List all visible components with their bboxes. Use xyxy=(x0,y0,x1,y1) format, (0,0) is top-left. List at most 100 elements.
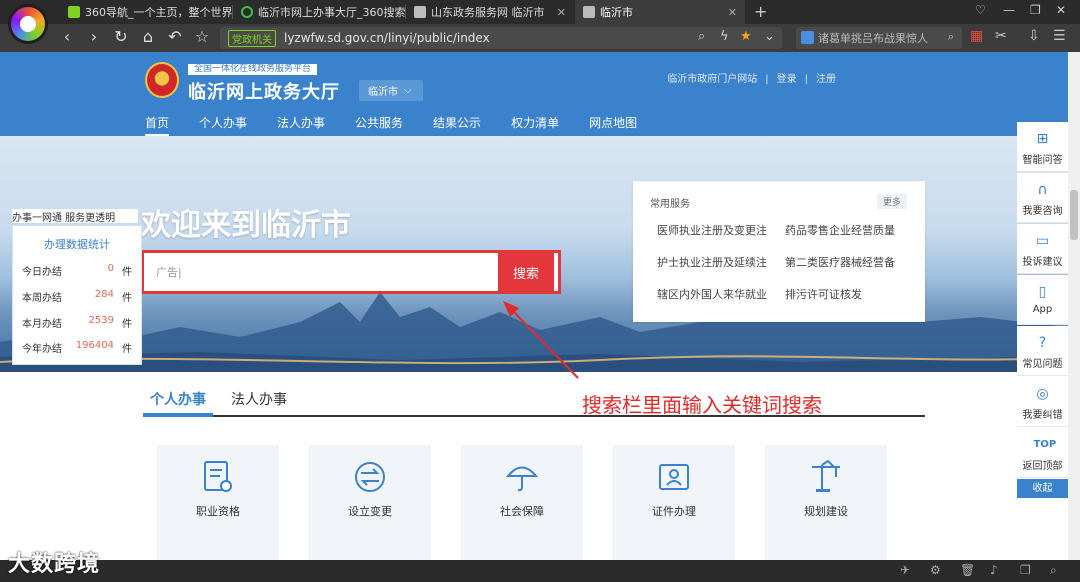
tab-title: 360导航_一个主页，整个世界 xyxy=(85,6,232,19)
close-tab-icon[interactable]: ✕ xyxy=(722,6,737,19)
sidebar-back-to-top[interactable]: TOP 返回顶部 xyxy=(1017,428,1068,478)
card-label: 设立变更 xyxy=(348,505,392,518)
page-scrollbar[interactable] xyxy=(1068,52,1080,560)
trash-icon[interactable]: 🗑 xyxy=(960,563,975,577)
top-links: 临沂市政府门户网站 | 登录 | 注册 xyxy=(663,70,840,85)
site-header: 全国一体化在线政务服务平台 临沂网上政务大厅 临沂市 ⌵ 临沂市政府门户网站 | 登… xyxy=(0,52,1068,136)
nav-personal[interactable]: 个人办事 xyxy=(199,114,247,136)
download-icon[interactable]: ⇩ xyxy=(1028,28,1040,44)
rocket-icon[interactable]: ✈ xyxy=(900,563,910,577)
browser-toolbar: ‹ › ↻ ⌂ ↶ ☆ 党政机关 lyzwfw.sd.gov.cn/linyi/… xyxy=(0,24,1080,52)
sidebar-correct[interactable]: ◎ 我要纠错 xyxy=(1017,377,1068,427)
browser-logo-icon[interactable] xyxy=(8,4,48,44)
service-link[interactable]: 药品零售企业经营质量 xyxy=(785,221,913,240)
search-button[interactable]: 搜索 xyxy=(498,253,554,291)
tab-favicon-icon xyxy=(241,6,253,18)
service-link[interactable]: 第二类医疗器械经营备 xyxy=(785,253,913,272)
stats-value: 0 xyxy=(107,263,114,274)
nav-public-service[interactable]: 公共服务 xyxy=(355,114,403,136)
close-window-icon[interactable]: ✕ xyxy=(1056,3,1066,17)
nav-result-public[interactable]: 结果公示 xyxy=(433,114,481,136)
sidebar-app[interactable]: ▯ App xyxy=(1017,275,1068,325)
sidebar-collapse-button[interactable]: 收起 xyxy=(1017,479,1068,498)
zoom-icon[interactable]: ⌕ xyxy=(698,29,705,44)
reload-icon[interactable]: ↻ xyxy=(110,27,132,46)
register-link[interactable]: 注册 xyxy=(816,74,836,85)
service-link[interactable]: 医师执业注册及变更注 xyxy=(657,221,785,240)
minimize-icon[interactable]: — xyxy=(1003,3,1015,17)
welcome-heading: 欢迎来到临沂市 xyxy=(141,208,351,243)
new-tab-button[interactable]: + xyxy=(754,2,767,21)
window-icon[interactable]: ❐ xyxy=(1020,563,1031,577)
browser-search-box[interactable]: 诸葛单挑吕布战果惊人 ⌕ xyxy=(796,27,962,49)
card-certificate-handling[interactable]: 证件办理 xyxy=(613,445,735,560)
floating-sidebar: ⊞ 智能问答 ∩ 我要咨询 ▭ 投诉建议 ▯ App ? 常见问题 ◎ 我要纠错… xyxy=(1017,122,1068,552)
browser-tab-shandong[interactable]: 山东政务服务网 临沂市 ✕ xyxy=(406,0,574,24)
settings-icon[interactable]: ⚙ xyxy=(930,563,941,577)
common-services-title: 常用服务 xyxy=(650,199,690,210)
page-icon xyxy=(583,6,595,18)
sound-icon[interactable]: ♪ xyxy=(990,563,998,577)
card-professional-qualification[interactable]: 职业资格 xyxy=(157,445,279,560)
service-link[interactable]: 护士执业注册及延续注 xyxy=(657,253,785,272)
tab-favicon-icon xyxy=(68,6,80,18)
skin-icon[interactable]: ♡ xyxy=(975,3,986,17)
scrollbar-thumb[interactable] xyxy=(1070,190,1078,240)
login-link[interactable]: 登录 xyxy=(777,74,797,85)
sidebar-smart-qa[interactable]: ⊞ 智能问答 xyxy=(1017,122,1068,172)
card-label: 规划建设 xyxy=(804,505,848,518)
home-icon[interactable]: ⌂ xyxy=(137,27,159,46)
card-planning-construction[interactable]: 规划建设 xyxy=(765,445,887,560)
apps-grid-icon[interactable]: ▦ xyxy=(970,28,983,44)
portal-link[interactable]: 临沂市政府门户网站 xyxy=(667,74,757,85)
platform-tag: 全国一体化在线政务服务平台 xyxy=(188,64,318,75)
nav-service-map[interactable]: 网点地图 xyxy=(589,114,637,136)
browser-tab-360-search[interactable]: 临沂市网上办事大厅_360搜索 ✕ xyxy=(233,0,405,24)
undo-icon[interactable]: ↶ xyxy=(164,27,186,46)
tab-legal-person[interactable]: 法人办事 xyxy=(231,389,287,409)
back-icon[interactable]: ‹ xyxy=(56,27,78,46)
sidebar-consult[interactable]: ∩ 我要咨询 xyxy=(1017,173,1068,223)
nav-legal-person[interactable]: 法人办事 xyxy=(277,114,325,136)
bookmark-star-icon[interactable]: ★ xyxy=(740,29,752,44)
common-services-list: 医师执业注册及变更注 药品零售企业经营质量 护士执业注册及延续注 第二类医疗器械… xyxy=(657,221,913,304)
tab-personal[interactable]: 个人办事 xyxy=(150,389,206,409)
browser-tab-linyi-active[interactable]: 临沂市 ✕ xyxy=(575,0,745,24)
service-link[interactable]: 排污许可证核发 xyxy=(785,285,913,304)
city-select[interactable]: 临沂市 ⌵ xyxy=(359,80,423,101)
exchange-icon xyxy=(355,462,385,492)
menu-icon[interactable]: ☰ xyxy=(1053,28,1066,44)
crane-icon xyxy=(812,459,840,492)
card-establishment-change[interactable]: 设立变更 xyxy=(309,445,431,560)
national-emblem-icon xyxy=(145,62,179,98)
search-icon[interactable]: ⌕ xyxy=(948,30,954,44)
zoom-out-icon[interactable]: ⌕ xyxy=(1050,563,1057,578)
site-search-input[interactable] xyxy=(148,257,498,287)
more-button[interactable]: 更多 xyxy=(876,194,907,209)
card-social-security[interactable]: 社会保障 xyxy=(461,445,583,560)
nav-power-list[interactable]: 权力清单 xyxy=(511,114,559,136)
sidebar-label: App xyxy=(1032,304,1053,315)
site-title[interactable]: 临沂网上政务大厅 xyxy=(188,78,340,104)
stats-row: 今年办结 196404 件 xyxy=(13,340,141,358)
address-bar[interactable]: 党政机关 lyzwfw.sd.gov.cn/linyi/public/index… xyxy=(220,27,782,49)
correct-icon: ◎ xyxy=(1036,386,1049,402)
flash-icon[interactable]: ϟ xyxy=(720,29,729,44)
favorite-star-icon[interactable]: ☆ xyxy=(191,27,213,46)
scissors-icon[interactable]: ✂ xyxy=(995,28,1007,44)
close-tab-icon[interactable]: ✕ xyxy=(551,6,566,19)
restore-icon[interactable]: ❐ xyxy=(1030,3,1041,17)
nav-home[interactable]: 首页 xyxy=(145,114,169,136)
hero-banner: 欢迎来到临沂市 搜索 常用服务 更多 医师执业注册及变更注 药品零售企业经营质量… xyxy=(0,136,1068,372)
service-link[interactable]: 辖区内外国人来华就业 xyxy=(657,285,785,304)
forward-icon[interactable]: › xyxy=(83,27,105,46)
chevron-down-icon[interactable]: ⌄ xyxy=(764,29,775,44)
link-separator: | xyxy=(804,74,808,85)
browser-tab-360-nav[interactable]: 360导航_一个主页，整个世界 xyxy=(60,0,232,24)
search-placeholder: 诸葛单挑吕布战果惊人 xyxy=(818,32,928,45)
stats-value: 196404 xyxy=(75,340,114,351)
site-search: 搜索 xyxy=(141,250,561,294)
address-url[interactable]: lyzwfw.sd.gov.cn/linyi/public/index xyxy=(284,31,490,45)
sidebar-complaint[interactable]: ▭ 投诉建议 xyxy=(1017,224,1068,274)
sidebar-faq[interactable]: ? 常见问题 xyxy=(1017,326,1068,376)
